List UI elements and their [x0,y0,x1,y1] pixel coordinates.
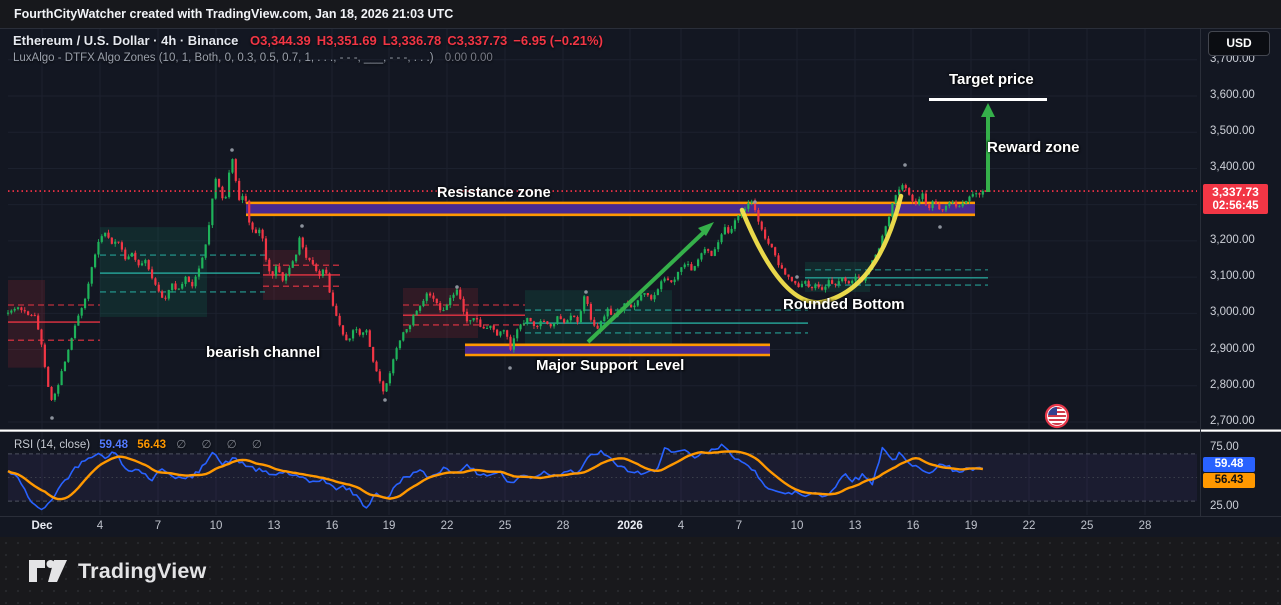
rsi-axis-label: 75.00 [1210,441,1239,453]
tradingview-chart-screenshot: FourthCityWatcher created with TradingVi… [0,0,1281,605]
price-axis-label: 2,800.00 [1210,379,1255,391]
symbol-title[interactable]: Ethereum / U.S. Dollar · 4h · Binance [13,33,238,48]
time-axis-tick: 19 [383,520,396,532]
time-axis-tick: 13 [849,520,862,532]
time-axis-tick: 10 [791,520,804,532]
time-axis-tick: 19 [965,520,978,532]
open-value: O3,344.39 [250,33,311,48]
bearish-channel-label[interactable]: bearish channel [206,344,320,361]
close-value: C3,337.73 [447,33,507,48]
price-axis-label: 3,600.00 [1210,89,1255,101]
high-value: H3,351.69 [317,33,377,48]
change-value: −6.95 (−0.21%) [513,33,603,48]
price-axis-label: 3,400.00 [1210,161,1255,173]
time-axis-tick: 7 [155,520,161,532]
time-axis-tick: 13 [268,520,281,532]
price-axis[interactable]: USD 3,700.003,600.003,500.003,400.003,20… [1200,28,1281,516]
reward-zone-label[interactable]: Reward zone [987,139,1080,156]
price-axis-label: 3,500.00 [1210,125,1255,137]
footer-bar: TradingView [0,537,1281,605]
major-support-label[interactable]: Major Support Level [536,357,684,374]
time-axis-tick: 25 [499,520,512,532]
price-axis-label: 3,200.00 [1210,234,1255,246]
indicator-legend-row: LuxAlgo - DTFX Algo Zones (10, 1, Both, … [13,52,609,64]
time-axis-tick: 2026 [617,520,643,532]
resistance-zone-label[interactable]: Resistance zone [437,185,551,201]
target-price-label[interactable]: Target price [949,71,1034,88]
rsi-value: 59.48 [99,439,128,451]
rsi-value-tag: 59.48 [1203,457,1255,472]
time-axis-tick: 10 [210,520,223,532]
tradingview-brand-text[interactable]: TradingView [78,559,206,584]
indicator-values: 0.00 0.00 [445,52,493,64]
time-axis-tick: 28 [557,520,570,532]
time-axis-tick: Dec [31,520,52,532]
rounded-bottom-label[interactable]: Rounded Bottom [783,296,905,313]
chart-canvas[interactable] [0,0,1281,605]
rsi-null-markers: ∅ ∅ ∅ ∅ [176,439,268,451]
currency-unit-button[interactable]: USD [1208,31,1270,56]
rsi-ma-value: 56.43 [137,439,166,451]
price-axis-label: 3,100.00 [1210,270,1255,282]
rsi-legend: RSI (14, close) 59.48 56.43 ∅ ∅ ∅ ∅ [14,437,268,451]
price-axis-label: 3,000.00 [1210,306,1255,318]
indicator-title[interactable]: LuxAlgo - DTFX Algo Zones (10, 1, Both, … [13,52,434,64]
price-axis-label: 2,900.00 [1210,343,1255,355]
bar-countdown: 02:56:45 [1203,199,1268,213]
time-axis-tick: 4 [97,520,103,532]
time-axis[interactable]: Dec 4 7 10 13 16 19 22 25 28 2026 4 7 10 13 16 19 22 25 28 [0,516,1281,538]
time-axis-tick: 4 [678,520,684,532]
time-axis-tick: 22 [441,520,454,532]
rsi-axis-label: 25.00 [1210,500,1239,512]
time-axis-tick: 28 [1139,520,1152,532]
chart-legend: Ethereum / U.S. Dollar · 4h · Binance O3… [13,33,609,64]
time-axis-tick: 16 [326,520,339,532]
time-axis-tick: 7 [736,520,742,532]
last-price-tag: 3,337.73 02:56:45 [1203,184,1268,214]
price-axis-label: 2,700.00 [1210,415,1255,427]
time-axis-tick: 22 [1023,520,1036,532]
low-value: L3,336.78 [383,33,442,48]
last-price-value: 3,337.73 [1203,185,1268,199]
time-axis-tick: 16 [907,520,920,532]
ohlc-values: O3,344.39 H3,351.69 L3,336.78 C3,337.73 −6.9… [250,33,609,48]
time-axis-tick: 25 [1081,520,1094,532]
symbol-legend-row: Ethereum / U.S. Dollar · 4h · Binance O3… [13,33,609,48]
rsi-ma-value-tag: 56.43 [1203,473,1255,488]
rsi-title[interactable]: RSI (14, close) [14,439,90,451]
tradingview-logo-icon[interactable] [28,556,68,586]
